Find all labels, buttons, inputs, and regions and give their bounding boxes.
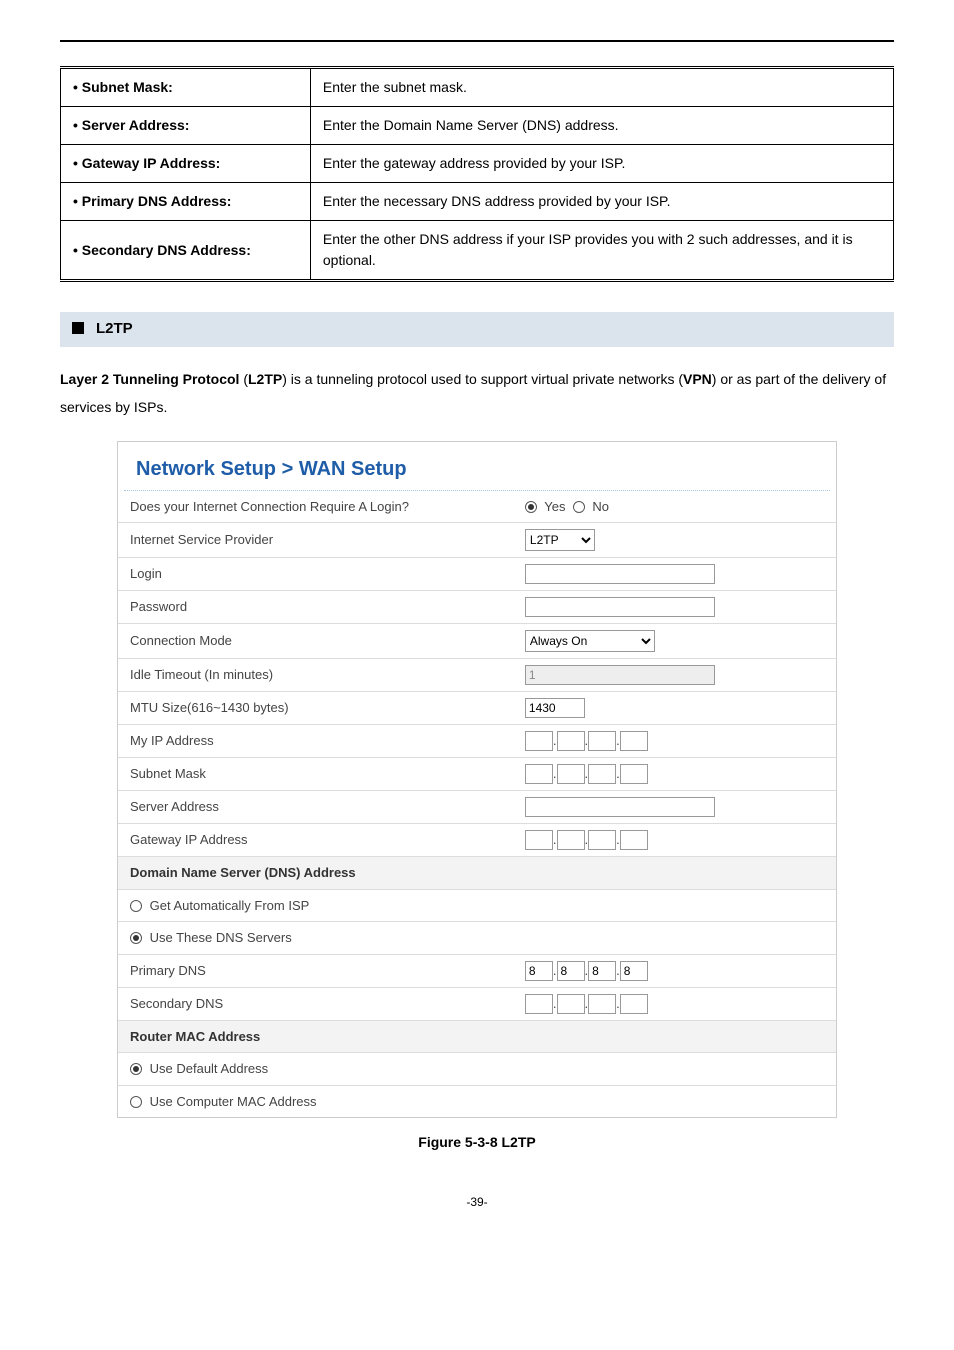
input-idle-timeout[interactable] [525,665,715,685]
input-gateway-ip: ... [513,824,836,857]
select-connection-mode[interactable]: Always On [525,630,655,652]
label-password: Password [118,591,513,624]
label-isp: Internet Service Provider [118,523,513,558]
radio-yes[interactable] [525,501,537,513]
label-secondary-dns: Secondary DNS Address: [61,221,311,281]
label-idle-timeout: Idle Timeout (In minutes) [118,659,513,692]
row-auto-isp: Get Automatically From ISP [118,889,836,922]
input-primary-dns: ... [513,954,836,987]
ip-octet[interactable] [557,994,585,1014]
label-server-address: Server Address: [61,107,311,145]
term-vpn: VPN [683,371,712,387]
page-number: -39- [60,1193,894,1211]
label-connection-mode: Connection Mode [118,624,513,659]
figure-caption: Figure 5-3-8 L2TP [60,1132,894,1153]
ip-octet[interactable] [588,961,616,981]
ip-octet[interactable] [620,764,648,784]
radio-group-require-login: Yes No [513,491,836,523]
ip-octet[interactable] [525,961,553,981]
section-heading-l2tp: L2TP [60,312,894,347]
panel-title: Network Setup > WAN Setup [124,442,830,491]
label-primary-dns: Primary DNS Address: [61,183,311,221]
square-bullet-icon [72,322,84,334]
input-password[interactable] [525,597,715,617]
desc-subnet-mask: Enter the subnet mask. [310,68,893,107]
input-server-address[interactable] [525,797,715,817]
radio-default-mac[interactable] [130,1063,142,1075]
label-subnet-mask: Subnet Mask: [61,68,311,107]
ip-octet[interactable] [557,961,585,981]
term-l2tp-full: Layer 2 Tunneling Protocol [60,371,239,387]
input-login[interactable] [525,564,715,584]
l2tp-intro-paragraph: Layer 2 Tunneling Protocol (L2TP) is a t… [60,365,894,421]
radio-use-dns[interactable] [130,932,142,944]
desc-gateway-ip: Enter the gateway address provided by yo… [310,145,893,183]
ip-octet[interactable] [557,764,585,784]
desc-secondary-dns: Enter the other DNS address if your ISP … [310,221,893,281]
label-my-ip: My IP Address [118,725,513,758]
ip-octet[interactable] [588,830,616,850]
radio-auto-isp[interactable] [130,900,142,912]
row-use-dns: Use These DNS Servers [118,922,836,955]
ip-octet[interactable] [620,731,648,751]
ip-octet[interactable] [525,764,553,784]
ip-octet[interactable] [588,764,616,784]
input-my-ip: ... [513,725,836,758]
field-description-table: Subnet Mask: Enter the subnet mask. Serv… [60,66,894,282]
ip-octet[interactable] [557,830,585,850]
label-gateway-ip-form: Gateway IP Address [118,824,513,857]
ip-octet[interactable] [620,994,648,1014]
input-secondary-dns: ... [513,987,836,1020]
input-subnet: ... [513,758,836,791]
page-rule [60,40,894,42]
ip-octet[interactable] [620,961,648,981]
label-primary-dns-form: Primary DNS [118,954,513,987]
radio-no[interactable] [573,501,585,513]
ip-octet[interactable] [525,731,553,751]
section-dns: Domain Name Server (DNS) Address [118,857,836,890]
section-heading-text: L2TP [96,320,133,337]
label-require-login: Does your Internet Connection Require A … [118,491,513,523]
ip-octet[interactable] [557,731,585,751]
row-computer-mac: Use Computer MAC Address [118,1085,513,1117]
desc-primary-dns: Enter the necessary DNS address provided… [310,183,893,221]
desc-server-address: Enter the Domain Name Server (DNS) addre… [310,107,893,145]
select-isp[interactable]: L2TP [525,529,595,551]
ip-octet[interactable] [525,994,553,1014]
input-mtu[interactable] [525,698,585,718]
ip-octet[interactable] [588,994,616,1014]
ip-octet[interactable] [525,830,553,850]
row-default-mac: Use Default Address [118,1053,513,1086]
section-mac: Router MAC Address [118,1020,836,1053]
ip-octet[interactable] [588,731,616,751]
term-l2tp-abbrev: L2TP [248,371,282,387]
radio-computer-mac[interactable] [130,1096,142,1108]
label-login: Login [118,558,513,591]
label-secondary-dns-form: Secondary DNS [118,987,513,1020]
label-gateway-ip: Gateway IP Address: [61,145,311,183]
wan-setup-screenshot: Network Setup > WAN Setup Does your Inte… [117,441,837,1119]
label-subnet: Subnet Mask [118,758,513,791]
ip-octet[interactable] [620,830,648,850]
label-mtu: MTU Size(616~1430 bytes) [118,692,513,725]
label-server-address-form: Server Address [118,791,513,824]
wan-form: Does your Internet Connection Require A … [118,491,836,1118]
